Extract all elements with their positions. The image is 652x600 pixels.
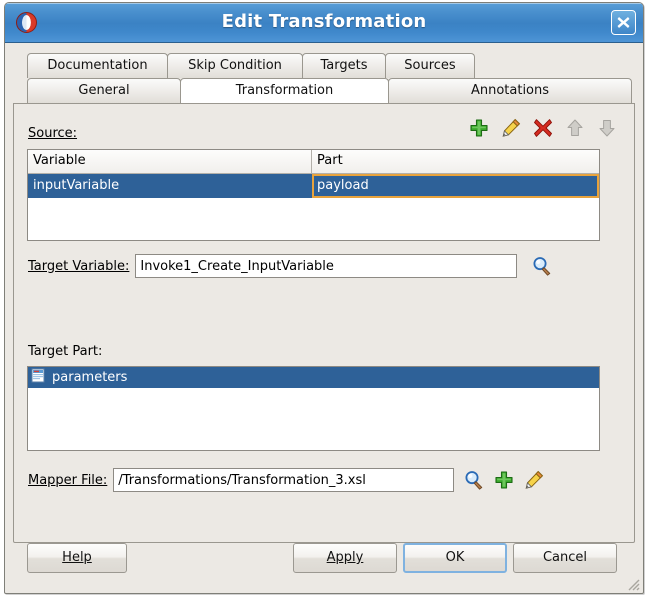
target-part-list[interactable]: parameters	[27, 366, 600, 451]
apply-button[interactable]: Apply	[293, 543, 397, 573]
source-table[interactable]: Variable Part inputVariable payload	[27, 149, 600, 241]
table-row[interactable]: inputVariable payload	[28, 174, 599, 198]
help-button[interactable]: Help	[27, 543, 127, 573]
tab-label: Sources	[404, 58, 456, 73]
tab-sources[interactable]: Sources	[385, 53, 475, 78]
edit-transformation-dialog: Edit Transformation Documentation Skip C…	[4, 2, 644, 594]
target-variable-input[interactable]: Invoke1_Create_InputVariable	[135, 254, 518, 278]
list-item[interactable]: parameters	[28, 367, 599, 388]
edit-pencil-icon[interactable]	[500, 117, 522, 139]
mapper-file-input[interactable]: /Transformations/Transformation_3.xsl	[113, 468, 455, 492]
list-item-label: parameters	[52, 370, 128, 385]
tab-row-secondary: Documentation Skip Condition Targets Sou…	[13, 53, 635, 78]
dialog-button-bar: Help Apply OK Cancel	[5, 538, 643, 578]
tab-transformation[interactable]: Transformation	[180, 78, 389, 103]
dialog-title: Edit Transformation	[221, 11, 427, 32]
search-icon[interactable]	[463, 469, 485, 491]
tab-strip: Documentation Skip Condition Targets Sou…	[5, 43, 643, 103]
column-header-variable[interactable]: Variable	[28, 150, 312, 173]
add-icon[interactable]	[468, 117, 490, 139]
search-icon[interactable]	[531, 255, 553, 277]
tab-label: Annotations	[470, 83, 550, 98]
transformation-panel: Source: Variable Part inputVariable payl…	[13, 103, 635, 543]
tab-documentation[interactable]: Documentation	[27, 53, 168, 78]
tab-skip-condition[interactable]: Skip Condition	[167, 53, 303, 78]
delete-icon[interactable]	[532, 117, 554, 139]
source-label: Source:	[28, 126, 78, 141]
cell-variable[interactable]: inputVariable	[28, 174, 312, 198]
tab-label: Transformation	[235, 83, 334, 98]
cancel-button[interactable]: Cancel	[513, 543, 617, 573]
move-up-icon	[564, 117, 586, 139]
mapper-file-row: Mapper File: /Transformations/Transforma…	[28, 468, 600, 492]
tab-label: Skip Condition	[188, 58, 282, 73]
add-icon[interactable]	[493, 469, 515, 491]
screen: Edit Transformation Documentation Skip C…	[0, 0, 652, 600]
tab-targets[interactable]: Targets	[302, 53, 386, 78]
target-variable-row: Target Variable: Invoke1_Create_InputVar…	[28, 254, 600, 278]
cell-part[interactable]: payload	[312, 174, 599, 198]
target-part-label: Target Part:	[28, 344, 103, 359]
tab-annotations[interactable]: Annotations	[388, 78, 632, 103]
tab-row-primary: General Transformation Annotations	[13, 78, 635, 103]
ok-button[interactable]: OK	[403, 543, 507, 573]
resize-grip[interactable]	[627, 578, 640, 591]
dialog-titlebar[interactable]: Edit Transformation	[5, 3, 643, 43]
tab-label: Targets	[320, 58, 368, 73]
edit-pencil-icon[interactable]	[523, 469, 545, 491]
target-variable-label: Target Variable:	[28, 258, 130, 274]
xml-document-icon	[31, 368, 46, 387]
column-header-part[interactable]: Part	[312, 150, 599, 173]
tab-label: Documentation	[47, 58, 148, 73]
close-icon[interactable]	[611, 10, 636, 35]
source-toolbar	[468, 117, 618, 139]
move-down-icon	[596, 117, 618, 139]
tab-general[interactable]: General	[27, 78, 181, 103]
tab-label: General	[78, 83, 130, 98]
table-header-row: Variable Part	[28, 150, 599, 174]
mapper-file-label: Mapper File:	[28, 472, 108, 488]
